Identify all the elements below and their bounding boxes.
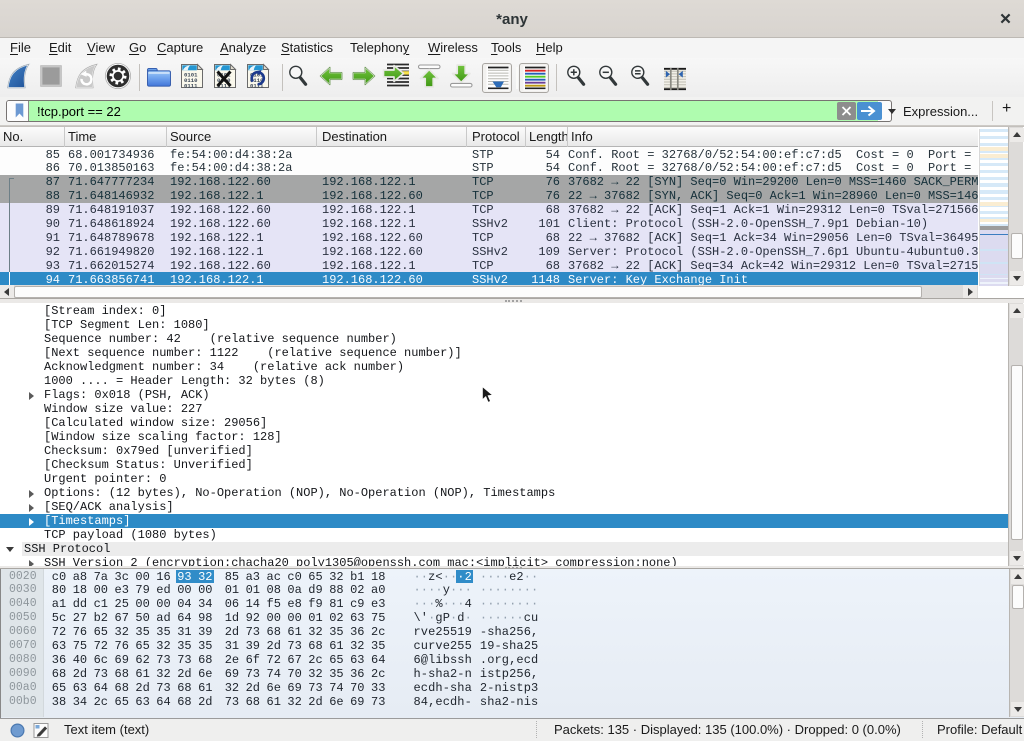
svg-text:0111: 0111 [184,83,198,90]
